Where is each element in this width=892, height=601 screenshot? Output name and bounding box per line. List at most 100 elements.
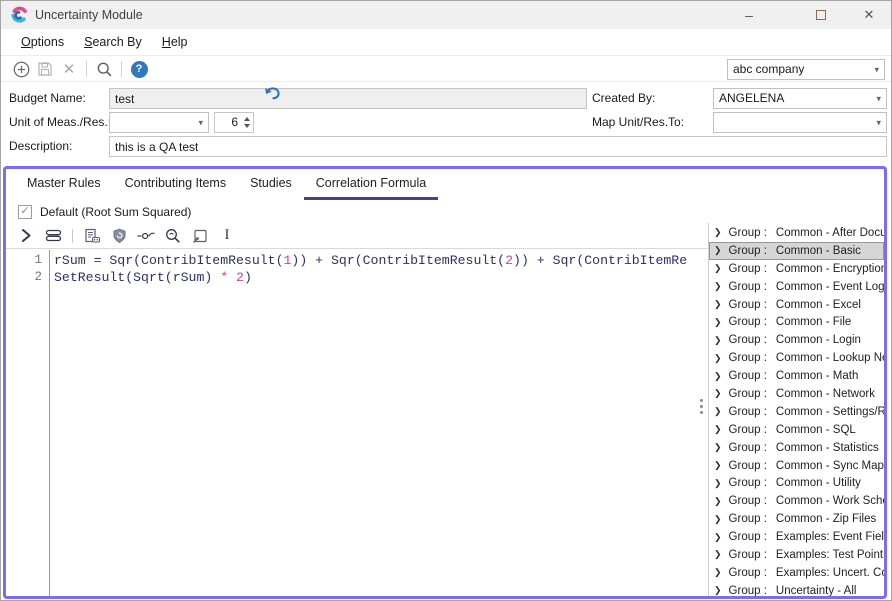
group-list-item[interactable]: ❯Group :Common - Basic	[709, 242, 884, 260]
menu-help[interactable]: Help	[152, 35, 198, 49]
group-list-item[interactable]: ❯Group :Common - Encryption	[709, 260, 884, 278]
minimize-button[interactable]: –	[727, 1, 771, 29]
tab-master-rules[interactable]: Master Rules	[15, 169, 113, 200]
group-list-item[interactable]: ❯Group :Common - Zip Files	[709, 510, 884, 528]
chevron-right-icon[interactable]: ❯	[714, 532, 722, 543]
titlebar: Uncertainty Module – ✕	[1, 1, 891, 29]
chevron-right-icon[interactable]: ❯	[714, 496, 722, 507]
group-list-item[interactable]: ❯Group :Common - Math	[709, 367, 884, 385]
text-cursor-icon: I	[225, 227, 230, 244]
map-unit-label: Map Unit/Res.To:	[592, 112, 684, 133]
line-number: 2	[6, 269, 42, 286]
chevron-right-icon[interactable]: ❯	[714, 567, 722, 578]
group-list-item[interactable]: ❯Group :Common - Statistics	[709, 439, 884, 457]
maximize-button[interactable]	[799, 1, 843, 29]
tab-contributing-items[interactable]: Contributing Items	[113, 169, 238, 200]
chevron-right-icon[interactable]: ❯	[714, 335, 722, 346]
zoom-button[interactable]	[164, 227, 182, 245]
group-list-item[interactable]: ❯Group :Common - After Docum	[709, 224, 884, 242]
group-list-item[interactable]: ❯Group :Examples: Event Fields	[709, 528, 884, 546]
group-list-item[interactable]: ❯Group :Common - Utility	[709, 474, 884, 492]
group-list-item[interactable]: ❯Group :Common - Event Loggi	[709, 278, 884, 296]
chevron-right-icon[interactable]: ❯	[714, 227, 722, 238]
chevron-right-icon[interactable]: ❯	[714, 585, 722, 596]
group-prefix: Group :	[729, 370, 767, 382]
tab-studies[interactable]: Studies	[238, 169, 304, 200]
maximize-icon	[816, 10, 826, 20]
unit-select[interactable]	[109, 112, 209, 133]
group-list-item[interactable]: ❯Group :Common - SQL	[709, 421, 884, 439]
spinner-up-icon[interactable]	[244, 117, 250, 121]
group-name: Common - Network	[776, 388, 875, 400]
group-list-item[interactable]: ❯Group :Common - Lookup Nex	[709, 349, 884, 367]
created-by-select[interactable]: ANGELENA	[713, 88, 887, 109]
default-checkbox[interactable]: ✓	[18, 205, 32, 219]
chevron-right-icon[interactable]: ❯	[714, 281, 722, 292]
budget-name-input[interactable]	[109, 88, 587, 109]
tab-correlation-formula[interactable]: Correlation Formula	[304, 169, 438, 200]
chevron-right-icon[interactable]: ❯	[714, 549, 722, 560]
save-button[interactable]	[33, 58, 57, 80]
chevron-right-icon[interactable]: ❯	[714, 514, 722, 525]
add-button[interactable]	[9, 58, 33, 80]
menu-search-by[interactable]: Search By	[74, 35, 152, 49]
resolution-stepper[interactable]: 6	[214, 112, 254, 133]
chevron-right-icon[interactable]: ❯	[714, 406, 722, 417]
chevron-right-icon[interactable]: ❯	[714, 299, 722, 310]
chevron-right-icon[interactable]: ❯	[714, 245, 722, 256]
group-name: Examples: Uncert. Cont	[776, 567, 884, 579]
help-button[interactable]: ?	[127, 58, 151, 80]
formula-code-area[interactable]: rSum = Sqr(ContribItemResult(1)) + Sqr(C…	[50, 250, 708, 596]
group-prefix: Group :	[729, 352, 767, 364]
close-button[interactable]: ✕	[847, 1, 891, 29]
company-select[interactable]: abc company	[727, 59, 885, 80]
watch-button[interactable]	[137, 227, 155, 245]
group-list-item[interactable]: ❯Group :Examples: Uncert. Cont	[709, 564, 884, 582]
chevron-right-icon[interactable]: ❯	[714, 424, 722, 435]
group-list-item[interactable]: ❯Group :Common - Network	[709, 385, 884, 403]
description-label: Description:	[9, 136, 72, 157]
spinner-down-icon[interactable]	[244, 124, 250, 128]
toolbar-separator	[86, 61, 87, 77]
chevron-right-icon[interactable]: ❯	[714, 317, 722, 328]
run-button[interactable]	[17, 227, 35, 245]
menu-options[interactable]: Options	[11, 35, 74, 49]
chevron-right-icon[interactable]: ❯	[714, 371, 722, 382]
chevron-right-icon[interactable]: ❯	[714, 442, 722, 453]
group-list-item[interactable]: ❯Group :Common - File	[709, 313, 884, 331]
chevron-right-icon[interactable]: ❯	[714, 388, 722, 399]
chevron-right-icon[interactable]: ❯	[714, 353, 722, 364]
group-prefix: Group :	[729, 460, 767, 472]
search-button[interactable]	[92, 58, 116, 80]
group-prefix: Group :	[729, 334, 767, 346]
chevron-right-icon[interactable]: ❯	[714, 263, 722, 274]
group-list-item[interactable]: ❯Group :Examples: Test Point Fi	[709, 546, 884, 564]
chevron-right-icon[interactable]: ❯	[714, 478, 722, 489]
group-list-item[interactable]: ❯Group :Common - Work Sched	[709, 492, 884, 510]
splitter-handle-icon[interactable]	[700, 399, 703, 402]
created-by-value: ANGELENA	[714, 89, 886, 108]
chevron-right-icon[interactable]: ❯	[714, 460, 722, 471]
verify-button[interactable]	[110, 227, 128, 245]
menubar: Options Search By Help	[1, 29, 891, 56]
map-unit-select[interactable]	[713, 112, 887, 133]
undo-button[interactable]	[261, 83, 283, 103]
group-list-item[interactable]: ❯Group :Common - Sync Map	[709, 457, 884, 475]
editor-toolbar: I	[6, 223, 708, 249]
group-list-item[interactable]: ❯Group :Common - Excel	[709, 296, 884, 314]
delete-button[interactable]: ✕	[57, 58, 81, 80]
default-checkbox-label: Default (Root Sum Squared)	[40, 205, 191, 219]
description-input[interactable]	[109, 136, 887, 157]
group-name: Common - Event Loggi	[776, 281, 884, 293]
group-list-item[interactable]: ❯Group :Common - Login	[709, 331, 884, 349]
group-list-item[interactable]: ❯Group :Common - Settings/Ref	[709, 403, 884, 421]
insert-frame-button[interactable]	[191, 227, 209, 245]
group-name: Common - Work Sched	[776, 495, 884, 507]
validate-button[interactable]	[83, 227, 101, 245]
rows-button[interactable]	[44, 227, 62, 245]
group-name: Common - Utility	[776, 477, 861, 489]
group-list-item[interactable]: ❯Group :Uncertainty - All	[709, 582, 884, 596]
line-number-gutter: 12	[6, 250, 50, 596]
group-name: Common - Settings/Ref	[776, 406, 884, 418]
text-cursor-button[interactable]: I	[218, 227, 236, 245]
